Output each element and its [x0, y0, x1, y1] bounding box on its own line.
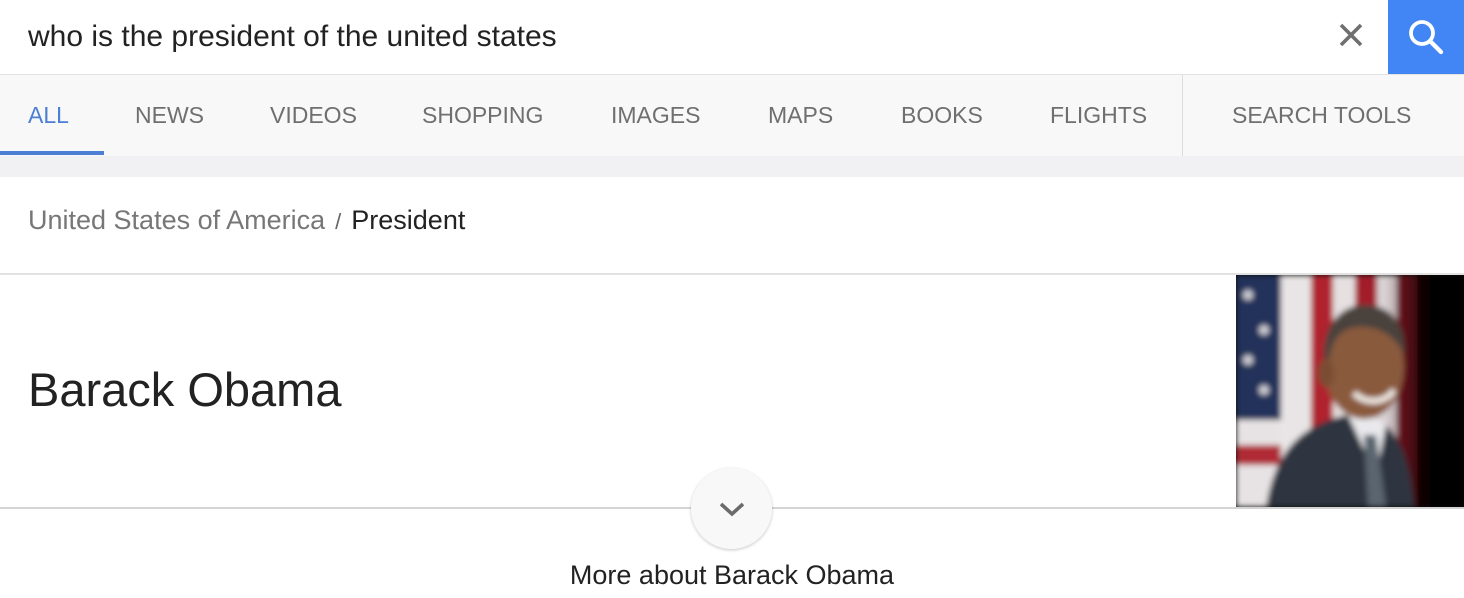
tab-videos[interactable]: VIDEOS — [270, 75, 357, 156]
expand-button[interactable] — [691, 468, 772, 549]
tab-news[interactable]: NEWS — [135, 75, 204, 156]
tab-maps[interactable]: MAPS — [768, 75, 833, 156]
breadcrumb-current: President — [351, 205, 466, 235]
clear-search-button[interactable] — [1326, 12, 1376, 58]
search-tabs: ALL NEWS VIDEOS SHOPPING IMAGES MAPS BOO… — [0, 74, 1464, 156]
search-bar — [0, 0, 1464, 74]
search-input[interactable] — [28, 0, 1308, 74]
answer-photo[interactable] — [1236, 275, 1464, 507]
search-icon — [1409, 20, 1444, 55]
search-button[interactable] — [1388, 0, 1464, 74]
section-gap — [0, 156, 1464, 177]
close-icon — [1339, 23, 1363, 47]
tab-flights[interactable]: FLIGHTS — [1050, 75, 1147, 156]
breadcrumb-separator: / — [335, 209, 342, 234]
more-about-link[interactable]: More about Barack Obama — [0, 560, 1464, 591]
search-tools-button[interactable]: SEARCH TOOLS — [1232, 75, 1411, 156]
tab-all[interactable]: ALL — [28, 75, 69, 156]
portrait-image — [1236, 275, 1464, 507]
answer-title: Barack Obama — [28, 363, 342, 416]
tab-divider — [1182, 75, 1183, 156]
active-tab-indicator — [0, 151, 104, 155]
chevron-down-icon — [719, 502, 744, 516]
tab-images[interactable]: IMAGES — [611, 75, 700, 156]
breadcrumb-parent[interactable]: United States of America — [28, 205, 325, 235]
breadcrumb: United States of America / President — [28, 205, 465, 236]
tab-shopping[interactable]: SHOPPING — [422, 75, 543, 156]
tab-books[interactable]: BOOKS — [901, 75, 983, 156]
